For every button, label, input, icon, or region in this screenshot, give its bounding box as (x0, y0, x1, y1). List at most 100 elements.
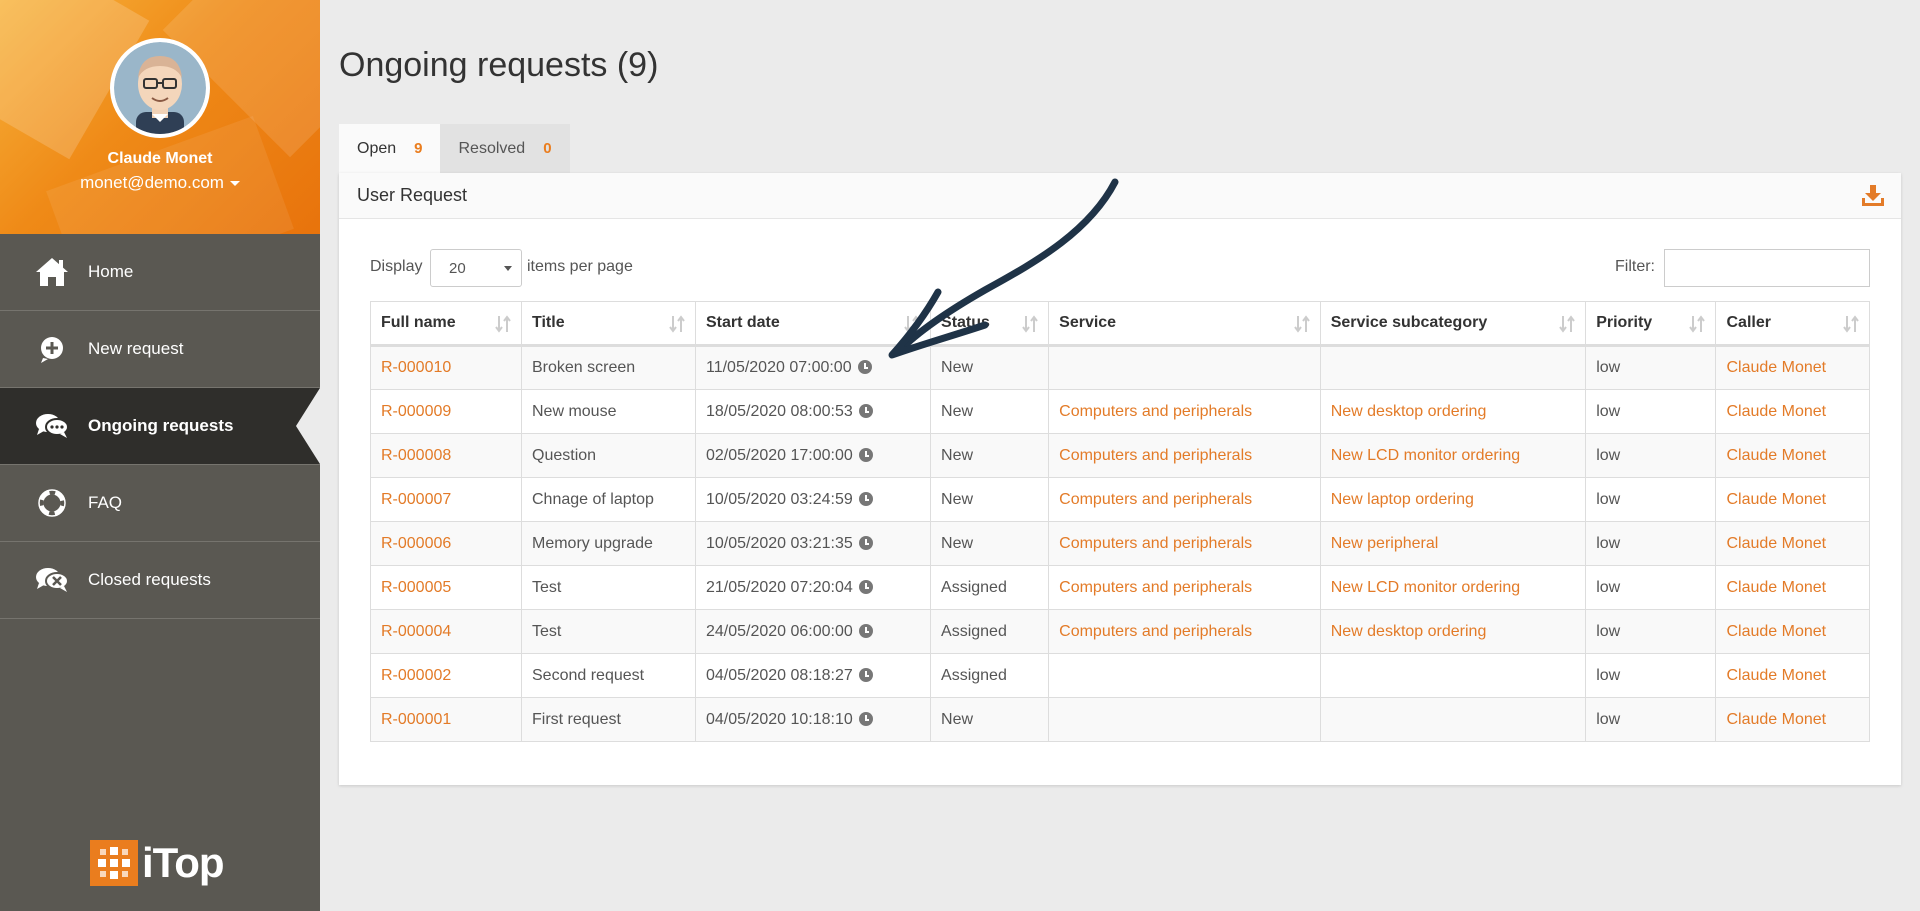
table-row[interactable]: R-000007 Chnage of laptop 10/05/2020 03:… (370, 477, 1870, 522)
column-start-date[interactable]: Start date (694, 301, 932, 347)
user-request-panel: User Request Display 20 items per page F… (339, 173, 1901, 785)
cell-start-date: 04/05/2020 10:18:10 (694, 697, 932, 742)
table-row[interactable]: R-000008 Question 02/05/2020 17:00:00 Ne… (370, 433, 1870, 478)
tab-open[interactable]: Open 9 (339, 124, 441, 173)
request-link[interactable]: R-000005 (381, 579, 451, 596)
column-label: Status (941, 314, 990, 331)
cell-title: Second request (521, 653, 696, 698)
cell-subcategory: New desktop ordering (1319, 389, 1587, 434)
request-link[interactable]: R-000008 (381, 447, 451, 464)
subcategory-link[interactable]: New desktop ordering (1331, 403, 1487, 420)
tab-resolved[interactable]: Resolved 0 (440, 124, 570, 173)
cell-status: Assigned (930, 653, 1050, 698)
start-date-text: 10/05/2020 03:21:35 (705, 534, 853, 552)
subcategory-link[interactable]: New LCD monitor ordering (1331, 579, 1520, 596)
caller-link[interactable]: Claude Monet (1726, 623, 1826, 640)
sidebar-item-label: Home (88, 262, 134, 281)
service-link[interactable]: Computers and peripherals (1059, 403, 1252, 420)
request-link[interactable]: R-000004 (381, 623, 451, 640)
caller-link[interactable]: Claude Monet (1726, 667, 1826, 684)
column-label: Priority (1596, 314, 1653, 331)
cell-title: Test (521, 609, 696, 654)
table-header-row: Full name Title Start date Status Servic… (370, 301, 1870, 347)
subcategory-link[interactable]: New desktop ordering (1331, 623, 1487, 640)
caller-link[interactable]: Claude Monet (1726, 535, 1826, 552)
table-row[interactable]: R-000001 First request 04/05/2020 10:18:… (370, 697, 1870, 742)
request-link[interactable]: R-000001 (381, 711, 451, 728)
avatar[interactable] (110, 38, 210, 138)
caller-link[interactable]: Claude Monet (1726, 403, 1826, 420)
column-title[interactable]: Title (521, 301, 696, 347)
table-row[interactable]: R-000009 New mouse 18/05/2020 08:00:53 N… (370, 389, 1870, 434)
column-status[interactable]: Status (930, 301, 1050, 347)
service-link[interactable]: Computers and peripherals (1059, 491, 1252, 508)
cell-start-date: 10/05/2020 03:21:35 (694, 521, 932, 566)
cell-caller: Claude Monet (1715, 521, 1870, 566)
filter-label: Filter: (1615, 258, 1655, 275)
sort-icon (1559, 315, 1575, 333)
table-row[interactable]: R-000006 Memory upgrade 10/05/2020 03:21… (370, 521, 1870, 566)
service-link[interactable]: Computers and peripherals (1059, 623, 1252, 640)
cell-status: New (930, 521, 1050, 566)
sidebar-nav: Home New request Ongoing requests FAQ Cl… (0, 234, 320, 619)
caller-link[interactable]: Claude Monet (1726, 359, 1826, 376)
caller-link[interactable]: Claude Monet (1726, 711, 1826, 728)
table-row[interactable]: R-000004 Test 24/05/2020 06:00:00 Assign… (370, 609, 1870, 654)
request-link[interactable]: R-000002 (381, 667, 451, 684)
column-service[interactable]: Service (1048, 301, 1321, 347)
cell-start-date: 10/05/2020 03:24:59 (694, 477, 932, 522)
user-menu[interactable]: monet@demo.com (0, 173, 320, 193)
subcategory-link[interactable]: New laptop ordering (1331, 491, 1474, 508)
cell-status: New (930, 389, 1050, 434)
closed-comments-icon (32, 560, 72, 600)
cell-ref: R-000010 (370, 345, 522, 390)
caller-link[interactable]: Claude Monet (1726, 579, 1826, 596)
caret-down-icon (229, 181, 240, 187)
request-link[interactable]: R-000007 (381, 491, 451, 508)
start-date-text: 04/05/2020 08:18:27 (705, 666, 853, 684)
sidebar-item-faq[interactable]: FAQ (0, 465, 320, 542)
sidebar-item-closed-requests[interactable]: Closed requests (0, 542, 320, 619)
request-link[interactable]: R-000009 (381, 403, 451, 420)
cell-service: Computers and peripherals (1048, 477, 1321, 522)
caller-link[interactable]: Claude Monet (1726, 491, 1826, 508)
cell-status: New (930, 477, 1050, 522)
column-priority[interactable]: Priority (1585, 301, 1717, 347)
download-icon[interactable] (1861, 185, 1885, 207)
cell-ref: R-000005 (370, 565, 522, 610)
sidebar-item-ongoing-requests[interactable]: Ongoing requests (0, 388, 320, 465)
subcategory-link[interactable]: New LCD monitor ordering (1331, 447, 1520, 464)
subcategory-link[interactable]: New peripheral (1331, 535, 1439, 552)
clock-icon (858, 447, 873, 462)
caller-link[interactable]: Claude Monet (1726, 447, 1826, 464)
table-row[interactable]: R-000010 Broken screen 11/05/2020 07:00:… (370, 345, 1870, 390)
cell-subcategory: New LCD monitor ordering (1319, 433, 1587, 478)
column-caller[interactable]: Caller (1715, 301, 1870, 347)
table-row[interactable]: R-000002 Second request 04/05/2020 08:18… (370, 653, 1870, 698)
cell-service (1048, 653, 1321, 698)
clock-icon (858, 623, 873, 638)
sidebar-item-label: Closed requests (88, 570, 211, 589)
cell-start-date: 24/05/2020 06:00:00 (694, 609, 932, 654)
filter-input[interactable] (1664, 249, 1870, 287)
sidebar-item-new-request[interactable]: New request (0, 311, 320, 388)
cell-title: Memory upgrade (521, 521, 696, 566)
request-link[interactable]: R-000010 (381, 359, 451, 376)
cell-caller: Claude Monet (1715, 389, 1870, 434)
table-row[interactable]: R-000005 Test 21/05/2020 07:20:04 Assign… (370, 565, 1870, 610)
column-full-name[interactable]: Full name (370, 301, 522, 347)
cell-priority: low (1585, 477, 1717, 522)
cell-status: New (930, 697, 1050, 742)
page-size-select[interactable]: 20 (430, 249, 522, 287)
service-link[interactable]: Computers and peripherals (1059, 447, 1252, 464)
sidebar-item-home[interactable]: Home (0, 234, 320, 311)
cell-ref: R-000009 (370, 389, 522, 434)
service-link[interactable]: Computers and peripherals (1059, 535, 1252, 552)
cell-start-date: 02/05/2020 17:00:00 (694, 433, 932, 478)
service-link[interactable]: Computers and peripherals (1059, 579, 1252, 596)
column-service-subcategory[interactable]: Service subcategory (1319, 301, 1587, 347)
request-link[interactable]: R-000006 (381, 535, 451, 552)
clock-icon (858, 403, 873, 418)
cell-service: Computers and peripherals (1048, 565, 1321, 610)
logo-text: iTop (142, 839, 225, 886)
